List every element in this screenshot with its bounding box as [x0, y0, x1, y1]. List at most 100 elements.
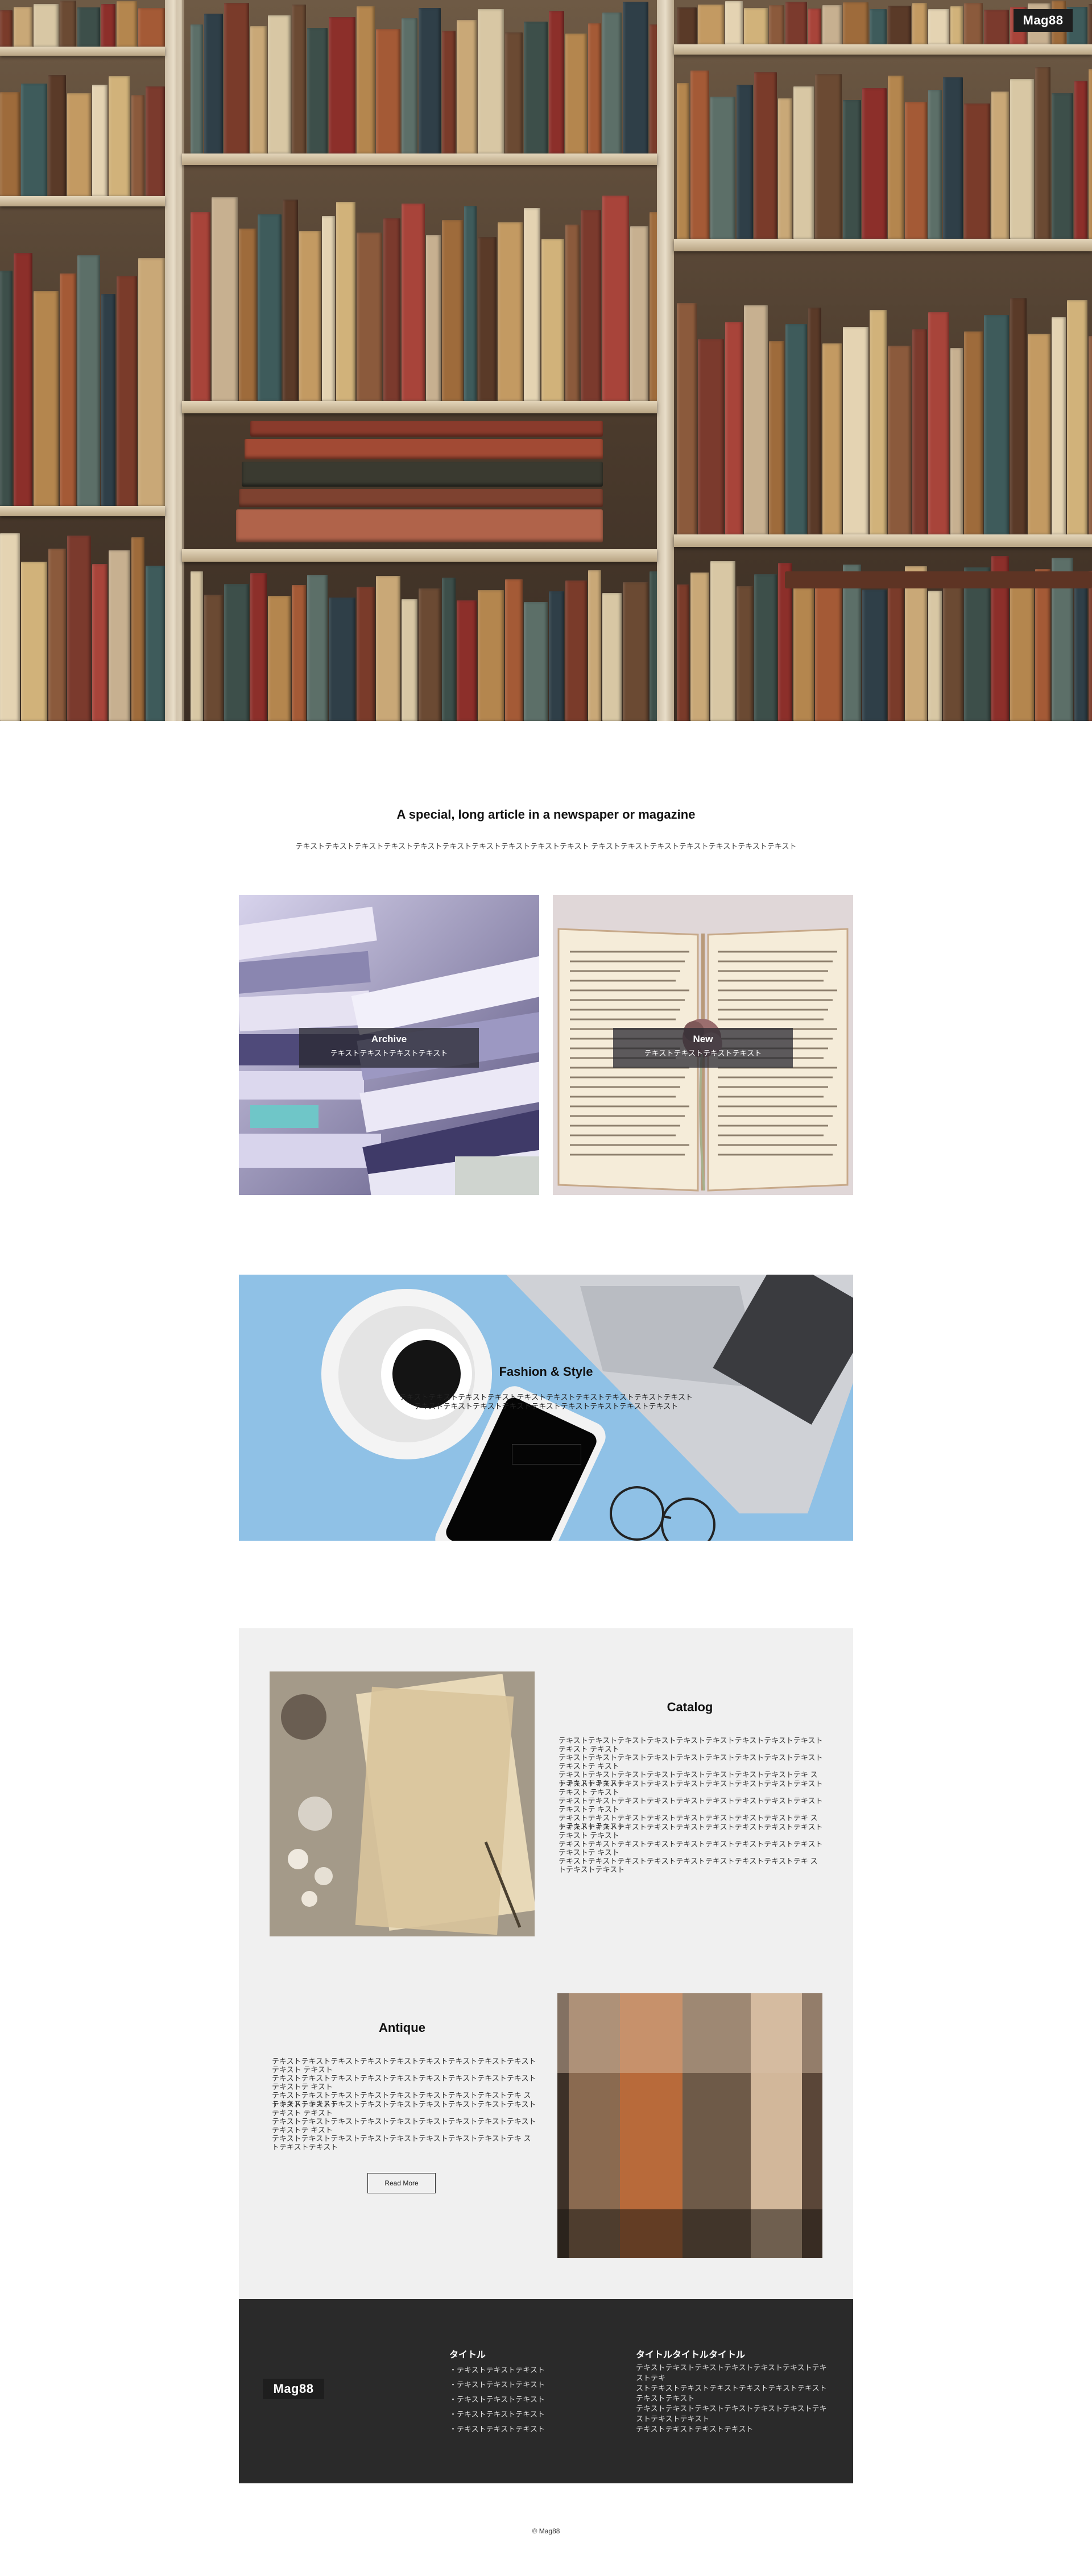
book-spine: [109, 550, 130, 721]
fashion-text-line-1: テキストテキストテキストテキストテキストテキストテキストテキストテキストテキスト: [399, 1393, 693, 1401]
book-spine: [690, 573, 709, 721]
book-spine: [357, 587, 375, 721]
book-spine: [1010, 298, 1027, 534]
book-spine: [769, 341, 784, 534]
book-spine: [505, 32, 523, 154]
book-spine: [117, 276, 137, 506]
intro-subtitle: テキストテキストテキストテキストテキストテキストテキストテキストテキストテキスト…: [295, 842, 797, 851]
book-spine: [943, 77, 963, 239]
book-spine: [928, 9, 949, 44]
footer-col1-list: ・テキストテキストテキスト ・テキストテキストテキスト ・テキストテキストテキス…: [449, 2364, 545, 2434]
footer-logo[interactable]: Mag88: [263, 2379, 324, 2399]
book-spine: [1074, 81, 1087, 239]
book-spine: [565, 580, 587, 721]
book-spine: [549, 591, 564, 721]
footer-link[interactable]: ・テキストテキストテキスト: [449, 2394, 545, 2404]
book-spine: [785, 324, 807, 534]
book-spine: [950, 6, 963, 44]
book-spine: [843, 326, 868, 534]
book-spine: [1052, 317, 1066, 534]
book-spine: [785, 2, 807, 44]
book-spine: [60, 273, 76, 506]
book-spine: [292, 5, 306, 154]
footer-link[interactable]: ・テキストテキストテキスト: [449, 2379, 545, 2390]
footer-col2-heading: タイトルタイトルタイトル: [636, 2350, 746, 2360]
book-spine: [376, 576, 400, 721]
book-spine: [928, 312, 949, 534]
book-spine: [524, 208, 540, 401]
card-archive[interactable]: Archive テキストテキストテキストテキスト: [239, 895, 539, 1195]
book-spine: [602, 12, 622, 154]
book-spine: [588, 23, 601, 154]
book-spine: [14, 7, 32, 47]
catalog-p2-line: テキストテキストテキストテキストテキストテキストテキストテキストテキストテキスト…: [559, 1797, 823, 1814]
book-spine: [60, 0, 76, 47]
book-spine: [1089, 571, 1092, 721]
fashion-button-outline[interactable]: [512, 1444, 581, 1465]
footer-link[interactable]: ・テキストテキストテキスト: [449, 2364, 545, 2375]
book-spine: [964, 103, 990, 239]
book-spine: [964, 331, 983, 534]
book-spine: [131, 94, 144, 196]
book-spine: [442, 31, 456, 154]
footer-link[interactable]: ・テキストテキストテキスト: [449, 2423, 545, 2434]
book-spine: [48, 75, 66, 196]
catalog-title: Catalog: [667, 1700, 713, 1714]
book-spine: [0, 92, 20, 196]
catalog-p1-line: テキストテキストテキストテキストテキストテキストテキストテキストテキストテキスト…: [559, 1736, 823, 1753]
book-spine: [808, 308, 821, 534]
footer-link[interactable]: ・テキストテキストテキスト: [449, 2408, 545, 2419]
book-spine: [457, 600, 477, 721]
book-spine: [250, 26, 267, 154]
book-spine: [950, 348, 963, 534]
book-spine: [541, 239, 564, 401]
book-spine: [690, 70, 709, 239]
book-spine: [870, 310, 887, 534]
antique-p1-line: テキストテキストテキストテキストテキストテキストテキストテキストテキストテキスト…: [272, 2074, 536, 2091]
book-spine: [77, 7, 100, 47]
book-spine: [329, 597, 355, 721]
header-logo[interactable]: Mag88: [1014, 9, 1073, 32]
book-spine: [912, 329, 927, 534]
book-spine: [0, 10, 13, 47]
book-spine: [698, 338, 724, 534]
book-spine: [419, 7, 441, 154]
book-spine: [725, 1, 743, 44]
book-spine: [1035, 67, 1050, 239]
footer-col2-line: ストテキストテキストテキストテキストテキストテキストテキストテキスト: [636, 2384, 827, 2403]
book-spine: [478, 237, 497, 401]
fashion-banner[interactable]: Fashion & Style テキストテキストテキストテキストテキストテキスト…: [239, 1275, 853, 1541]
card-new[interactable]: New テキストテキストテキストテキスト: [553, 895, 853, 1195]
book-spine: [117, 1, 137, 47]
book-spine: [268, 15, 291, 154]
book-spine: [464, 205, 477, 401]
book-spine: [912, 2, 927, 44]
book-spine: [457, 20, 477, 154]
hero-bookshelf-image: [0, 0, 1092, 721]
book-spine: [1067, 300, 1087, 534]
book-spine: [744, 8, 768, 44]
book-spine: [984, 10, 1009, 44]
book-spine: [984, 314, 1009, 534]
book-spine: [725, 322, 743, 534]
read-more-button[interactable]: Read More: [367, 2173, 436, 2193]
book-spine: [212, 197, 238, 401]
book-spine: [101, 293, 115, 506]
book-spine: [268, 596, 291, 721]
book-spine: [498, 222, 523, 401]
book-spine: [322, 216, 335, 401]
footer-logo-text: Mag88: [273, 2382, 314, 2396]
book-spine: [191, 571, 203, 721]
book-spine: [1089, 336, 1092, 534]
book-spine: [1089, 4, 1092, 44]
catalog-paragraph-3: テキストテキストテキストテキストテキストテキストテキストテキストテキストテキスト…: [559, 1823, 824, 1874]
book-spine: [888, 578, 904, 721]
footer-col2-line: テキストテキストテキストテキスト: [636, 2425, 754, 2433]
book-spine: [964, 3, 983, 44]
book-spine: [677, 82, 689, 239]
card-new-title: New: [693, 1034, 713, 1044]
footer-col2-line: テキストテキストテキストテキストテキストテキストテキストテキストテキスト: [636, 2404, 827, 2423]
book-spine: [905, 566, 927, 721]
book-spine: [299, 230, 321, 401]
book-spine: [565, 224, 580, 401]
